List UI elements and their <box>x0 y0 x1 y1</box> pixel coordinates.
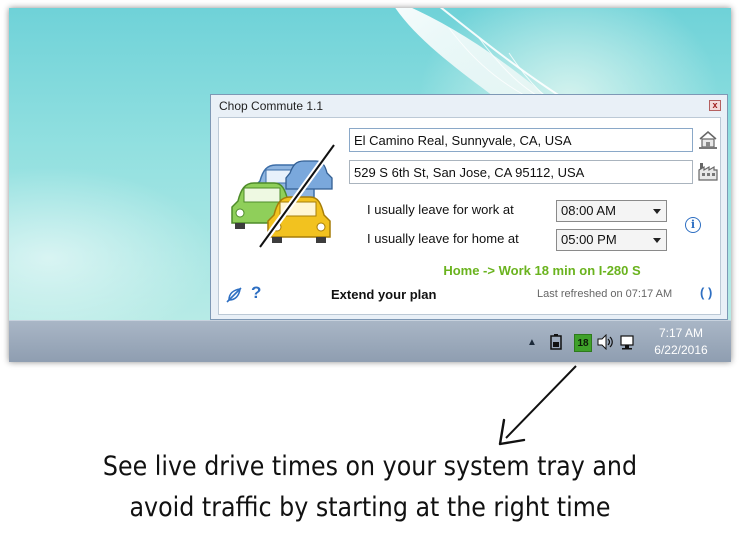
network-icon[interactable] <box>619 333 637 351</box>
chevron-down-icon <box>653 238 661 243</box>
question-icon[interactable]: ? <box>251 283 261 303</box>
close-icon[interactable]: x <box>709 100 721 111</box>
chevron-down-icon <box>653 209 661 214</box>
to-address-input[interactable] <box>349 160 693 184</box>
clock-date: 6/22/2016 <box>654 343 708 357</box>
leave-work-time-select[interactable]: 08:00 AM <box>556 200 667 222</box>
info-icon[interactable]: i <box>685 217 701 233</box>
last-refreshed-text: Last refreshed on 07:17 AM <box>537 288 673 300</box>
cars-logo-icon <box>231 143 337 248</box>
chop-commute-popup: Chop Commute 1.1 x El Camino Real, Sunny… <box>210 94 728 320</box>
leave-home-label: I usually leave for home at <box>367 231 519 246</box>
leave-work-time-value: 08:00 AM <box>561 203 616 218</box>
clock-time: 7:17 AM <box>658 326 704 340</box>
factory-icon[interactable] <box>697 160 719 182</box>
volume-icon[interactable] <box>596 333 614 351</box>
battery-icon[interactable] <box>547 333 565 351</box>
caption: See live drive times on your system tray… <box>44 446 695 528</box>
leave-work-label: I usually leave for work at <box>367 202 514 217</box>
from-address-input[interactable] <box>349 128 693 152</box>
popup-body: I usually leave for work at 08:00 AM I u… <box>218 117 721 315</box>
popup-title: Chop Commute 1.1 <box>219 99 324 113</box>
desktop-screenshot: ▲ 18 7:17 AM 6/22/2016 Chop Commute 1.1 … <box>9 8 731 362</box>
commute-status: Home -> Work 18 min on I-280 S <box>443 263 641 278</box>
leave-home-time-value: 05:00 PM <box>561 232 617 247</box>
caption-line-2: avoid traffic by starting at the right t… <box>129 492 611 523</box>
chop-commute-tray-badge[interactable]: 18 <box>574 334 592 352</box>
extend-plan-link[interactable]: Extend your plan <box>331 287 436 302</box>
callout-arrow <box>498 365 577 446</box>
house-icon[interactable] <box>697 128 719 150</box>
taskbar-clock[interactable]: 7:17 AM 6/22/2016 <box>647 325 715 359</box>
show-hidden-icons-icon[interactable]: ▲ <box>525 333 539 351</box>
no-leaf-icon[interactable] <box>225 286 243 304</box>
leave-home-time-select[interactable]: 05:00 PM <box>556 229 667 251</box>
caption-line-1: See live drive times on your system tray… <box>102 451 638 482</box>
refresh-icon[interactable]: ( ) <box>700 285 712 300</box>
taskbar: ▲ 18 7:17 AM 6/22/2016 <box>9 320 731 362</box>
popup-titlebar[interactable]: Chop Commute 1.1 x <box>211 95 727 115</box>
